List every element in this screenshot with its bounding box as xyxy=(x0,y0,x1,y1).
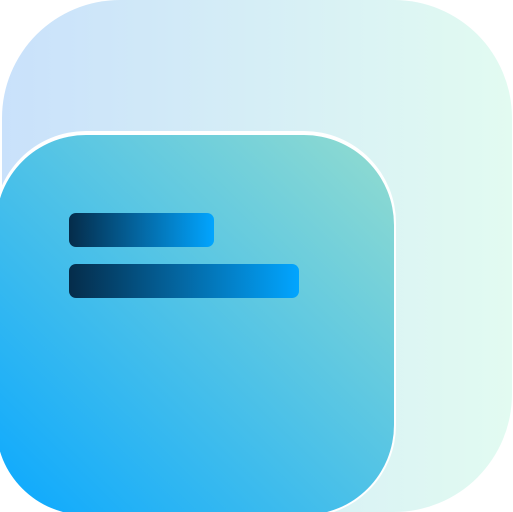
front-card xyxy=(0,135,394,512)
text-line-short xyxy=(69,213,214,247)
app-icon-canvas xyxy=(0,0,513,512)
text-line-long xyxy=(69,264,299,298)
stacked-cards-text-icon xyxy=(0,0,512,512)
